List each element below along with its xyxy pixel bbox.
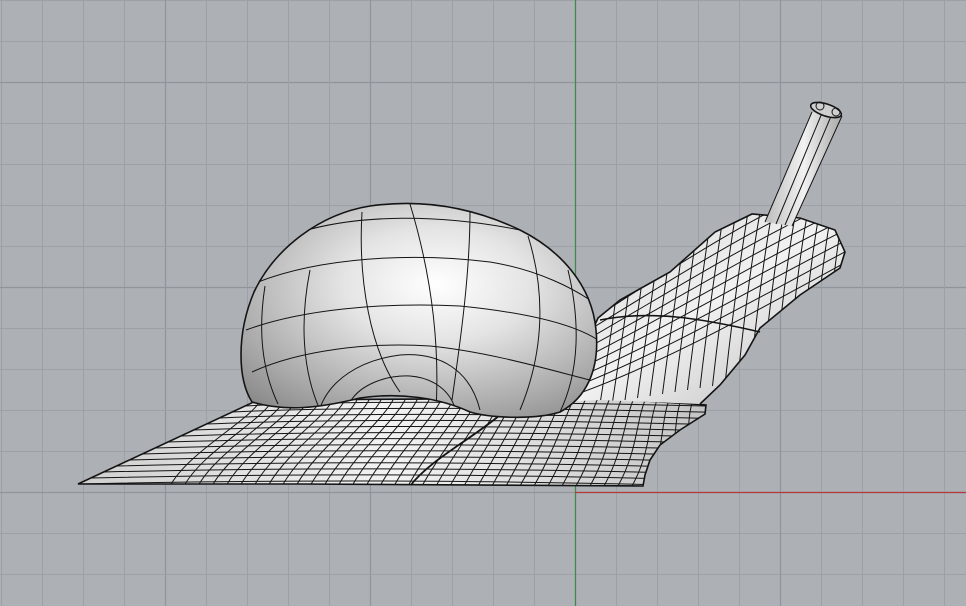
snail-body <box>559 213 846 405</box>
snail-shell <box>240 202 598 419</box>
snail-foot <box>77 397 707 487</box>
rhino-front-viewport[interactable]: .wire{stroke:#141414;stroke-width:1;fill… <box>0 0 966 606</box>
snail-tentacle <box>764 101 843 227</box>
snail-model <box>77 101 846 487</box>
